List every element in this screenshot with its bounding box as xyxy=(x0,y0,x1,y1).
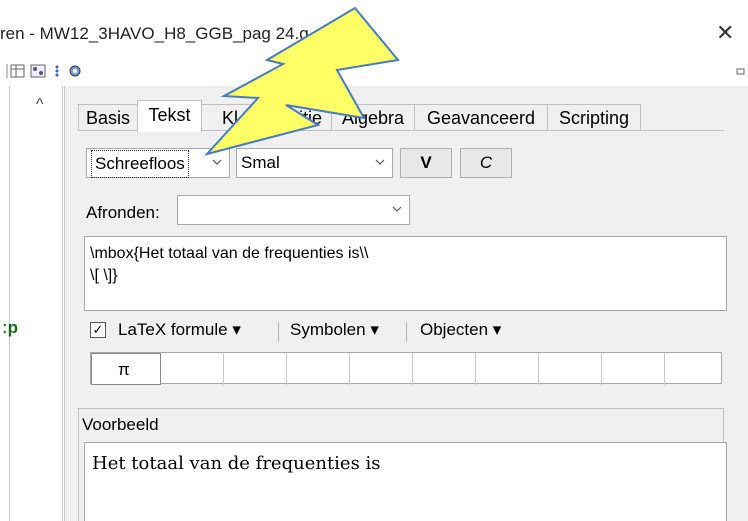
bold-button[interactable]: V xyxy=(400,148,452,178)
text-editor[interactable]: \mbox{Het totaal van de frequenties is\\… xyxy=(84,236,727,311)
symbols-menu[interactable]: Symbolen ▾ xyxy=(290,320,379,340)
preview-label: Voorbeeld xyxy=(82,415,159,434)
objects-menu[interactable]: Objecten ▾ xyxy=(420,320,501,340)
toolbar xyxy=(0,60,748,82)
symbol-cell[interactable] xyxy=(476,353,539,385)
font-size-value: Smal xyxy=(241,153,280,172)
tab-positie[interactable]: Positie xyxy=(258,104,332,131)
rounding-label: Afronden: xyxy=(86,203,160,222)
symbol-cell[interactable] xyxy=(539,353,602,385)
symbol-grid: π xyxy=(90,352,723,385)
symbol-cell[interactable] xyxy=(350,353,413,385)
latex-formula-menu[interactable]: LaTeX formule ▾ xyxy=(118,320,241,340)
table-icon[interactable] xyxy=(6,64,26,78)
window-title: ren - MW12_3HAVO_H8_GGB_pag 24.g xyxy=(0,24,309,43)
tab-algebra[interactable]: Algebra xyxy=(331,104,415,131)
sidebar-partial-label: ːp xyxy=(2,318,19,337)
tab-kleur[interactable]: Kl xyxy=(201,104,259,131)
pi-symbol: π xyxy=(118,360,130,379)
editor-line-1: \mbox{Het totaal van de frequenties is\\ xyxy=(90,245,369,262)
close-icon[interactable]: ✕ xyxy=(716,22,734,44)
italic-button[interactable]: C xyxy=(460,148,512,178)
symbol-cell[interactable] xyxy=(413,353,476,385)
settings-icon[interactable] xyxy=(68,64,84,78)
symbol-cell[interactable] xyxy=(287,353,350,385)
graph-icon[interactable] xyxy=(30,64,46,78)
chevron-down-icon xyxy=(375,159,385,165)
preview-text: Het totaal van de frequenties is xyxy=(92,453,381,474)
separator xyxy=(278,322,279,342)
latex-checkbox[interactable]: ✓ xyxy=(90,322,106,338)
symbol-cell[interactable] xyxy=(161,353,224,385)
editor-line-2: \[ \]} xyxy=(90,267,118,284)
separator xyxy=(406,322,407,342)
font-family-value: Schreefloos xyxy=(91,150,189,178)
tab-tekst[interactable]: Tekst xyxy=(137,100,202,132)
tab-scripting[interactable]: Scripting xyxy=(547,104,641,131)
symbol-cell[interactable] xyxy=(665,353,723,385)
more-icon[interactable] xyxy=(54,64,60,78)
tab-basis[interactable]: Basis xyxy=(78,104,138,131)
chevron-down-icon xyxy=(212,159,222,165)
rounding-select[interactable] xyxy=(177,195,410,225)
tab-geavanceerd[interactable]: Geavanceerd xyxy=(414,104,548,131)
restore-icon[interactable] xyxy=(736,64,746,78)
scroll-up-icon[interactable]: ^ xyxy=(36,96,44,114)
preview-box: Het totaal van de frequenties is xyxy=(84,442,727,521)
font-size-select[interactable]: Smal xyxy=(236,148,393,178)
symbol-cell[interactable] xyxy=(224,353,287,385)
left-divider xyxy=(0,86,10,521)
chevron-down-icon xyxy=(392,206,402,212)
font-family-select[interactable]: Schreefloos xyxy=(86,148,230,178)
symbol-cell[interactable] xyxy=(602,353,665,385)
symbol-cell[interactable]: π xyxy=(91,353,161,385)
